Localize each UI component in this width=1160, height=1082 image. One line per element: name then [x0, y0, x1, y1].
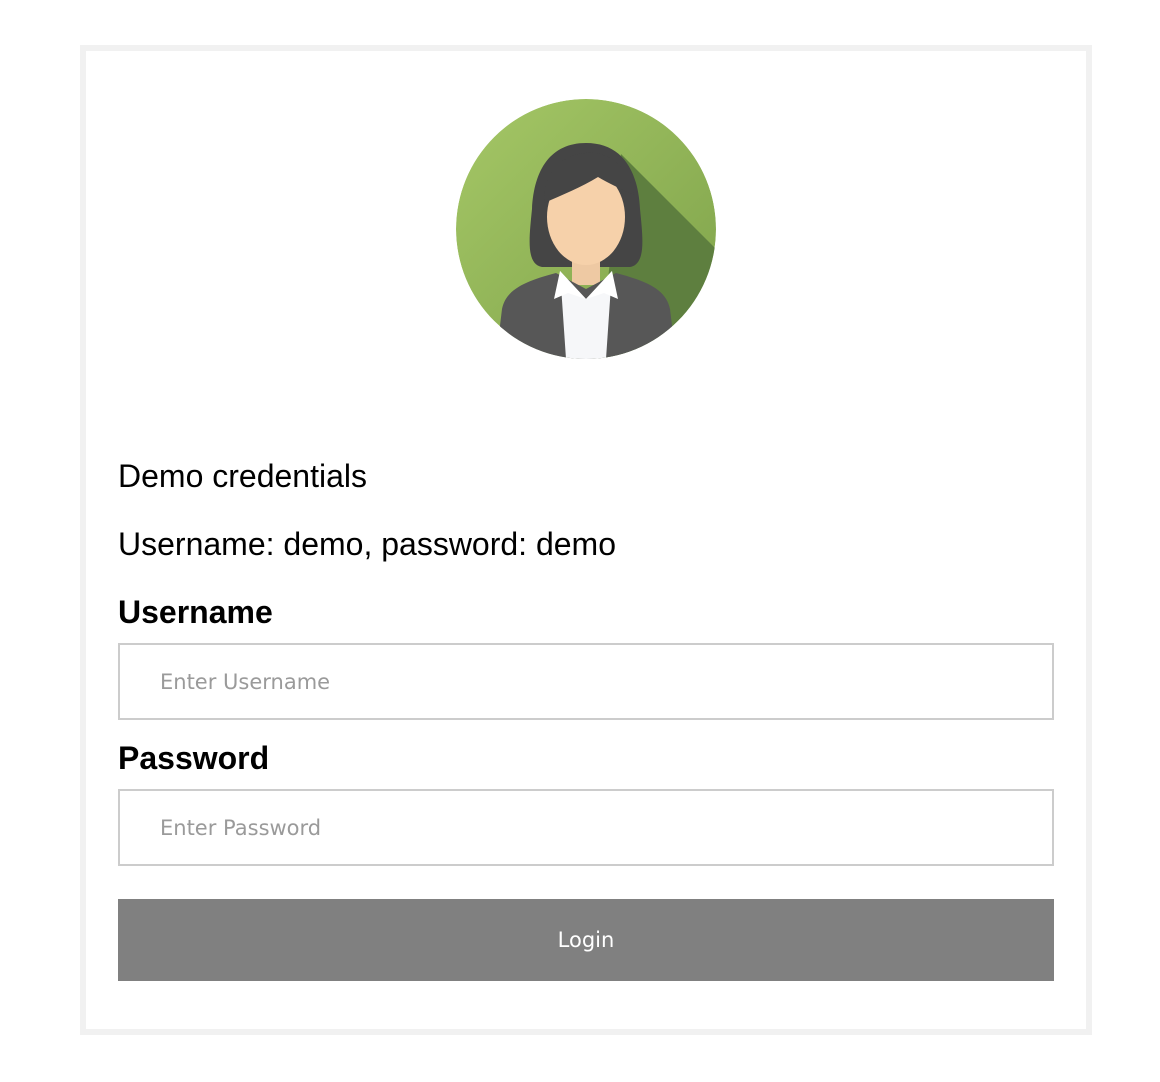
demo-credentials-title: Demo credentials — [118, 458, 367, 494]
login-card: Demo credentials Username: demo, passwor… — [80, 45, 1092, 1035]
demo-credentials-text: Username: demo, password: demo — [118, 526, 616, 562]
password-input[interactable] — [118, 789, 1054, 866]
female-user-avatar-icon — [456, 99, 716, 359]
username-label: Username — [118, 594, 273, 630]
username-input[interactable] — [118, 643, 1054, 720]
avatar — [456, 99, 716, 359]
password-label: Password — [118, 740, 270, 776]
login-button[interactable]: Login — [118, 899, 1054, 981]
